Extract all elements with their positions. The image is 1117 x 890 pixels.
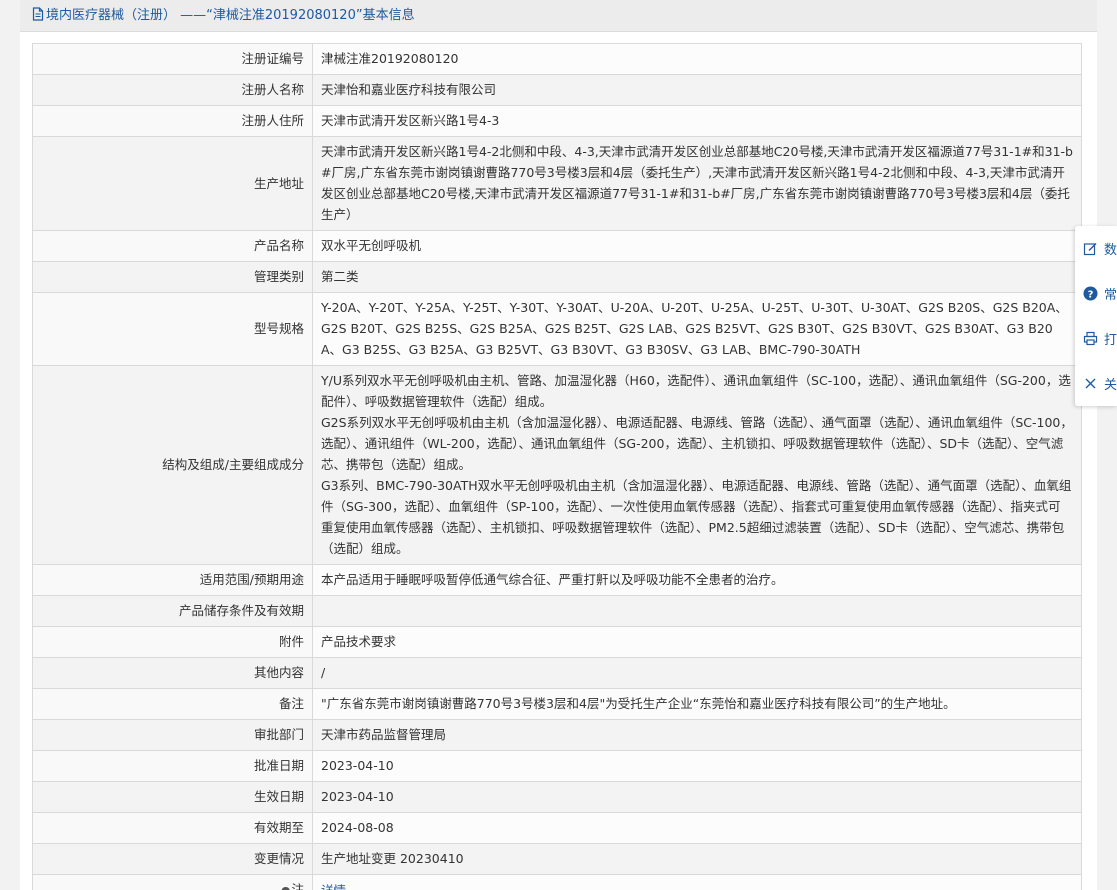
row-value: 本产品适用于睡眠呼吸暂停低通气综合征、严重打鼾以及呼吸功能不全患者的治疗。 [312,564,1082,596]
row-label: 附件 [32,626,313,658]
table-row: 产品储存条件及有效期 [32,595,1082,627]
row-label: 注册人住所 [32,105,313,137]
table-row: 其他内容 / [32,657,1082,689]
row-label: 生效日期 [32,781,313,813]
floating-toolbar: 数 ? 常 打 关 [1075,226,1117,406]
row-value: 天津市武清开发区新兴路1号4-3 [312,105,1082,137]
row-value: 天津怡和嘉业医疗科技有限公司 [312,74,1082,106]
table-row: 适用范围/预期用途 本产品适用于睡眠呼吸暂停低通气综合征、严重打鼾以及呼吸功能不… [32,564,1082,596]
row-label: 适用范围/预期用途 [32,564,313,596]
row-label: 管理类别 [32,261,313,293]
row-label: 变更情况 [32,843,313,875]
row-label: 注册人名称 [32,74,313,106]
table-row: 有效期至 2024-08-08 [32,812,1082,844]
table-row: 结构及组成/主要组成成分 Y/U系列双水平无创呼吸机由主机、管路、加温湿化器（H… [32,365,1082,565]
table-row: 批准日期 2023-04-10 [32,750,1082,782]
row-label: 批准日期 [32,750,313,782]
table-row: ●注 详情 [32,874,1082,890]
table-row: 生效日期 2023-04-10 [32,781,1082,813]
floatbar-label: 打 [1103,333,1117,348]
composition-paragraph: G3系列、BMC-790-30ATH双水平无创呼吸机由主机（含加温湿化器）、电源… [321,478,1072,556]
row-label: 产品储存条件及有效期 [32,595,313,627]
row-value: 第二类 [312,261,1082,293]
row-value: 2023-04-10 [312,750,1082,782]
row-value: 天津市药品监督管理局 [312,719,1082,751]
faq-button[interactable]: ? 常 [1075,271,1117,316]
floatbar-label: 常 [1103,288,1117,303]
detail-panel: 境内医疗器械（注册） ——“津械注准20192080120”基本信息 注册证编号… [20,0,1097,890]
note-label: ●注 [32,874,313,890]
row-value: 津械注准20192080120 [312,43,1082,75]
table-row: 注册人住所 天津市武清开发区新兴路1号4-3 [32,105,1082,137]
composition-paragraph: Y/U系列双水平无创呼吸机由主机、管路、加温湿化器（H60，选配件）、通讯血氧组… [321,373,1071,409]
row-value [312,595,1082,627]
table-row: 管理类别 第二类 [32,261,1082,293]
row-value: 2023-04-10 [312,781,1082,813]
edit-icon [1083,241,1099,257]
table-row: 变更情况 生产地址变更 20230410 [32,843,1082,875]
data-button[interactable]: 数 [1075,226,1117,271]
panel-header: 境内医疗器械（注册） ——“津械注准20192080120”基本信息 [20,0,1097,32]
table-row: 产品名称 双水平无创呼吸机 [32,230,1082,262]
table-row: 生产地址 天津市武清开发区新兴路1号4-2北侧和中段、4-3,天津市武清开发区创… [32,136,1082,231]
row-value: Y/U系列双水平无创呼吸机由主机、管路、加温湿化器（H60，选配件）、通讯血氧组… [312,365,1082,565]
table-row: 审批部门 天津市药品监督管理局 [32,719,1082,751]
floatbar-label: 关 [1103,378,1117,393]
help-circle-icon: ? [1083,286,1099,302]
row-value: 详情 [312,874,1082,890]
printer-icon [1083,331,1099,347]
row-label: 注 [291,882,304,890]
row-label: 型号规格 [32,292,313,366]
composition-paragraph: G2S系列双水平无创呼吸机由主机（含加温湿化器）、电源适配器、电源线、管路（选配… [321,415,1073,472]
table-row: 备注 "广东省东莞市谢岗镇谢曹路770号3号楼3层和4层"为受托生产企业“东莞怡… [32,688,1082,720]
close-icon [1083,376,1099,392]
table-row: 型号规格 Y-20A、Y-20T、Y-25A、Y-25T、Y-30T、Y-30A… [32,292,1082,366]
panel-title: 境内医疗器械（注册） ——“津械注准20192080120”基本信息 [46,8,415,23]
floatbar-label: 数 [1103,243,1117,258]
close-button[interactable]: 关 [1075,361,1117,406]
row-label: 注册证编号 [32,43,313,75]
details-link[interactable]: 详情 [321,883,346,890]
row-value: 天津市武清开发区新兴路1号4-2北侧和中段、4-3,天津市武清开发区创业总部基地… [312,136,1082,231]
row-value: 2024-08-08 [312,812,1082,844]
row-value: 生产地址变更 20230410 [312,843,1082,875]
info-table: 注册证编号 津械注准20192080120 注册人名称 天津怡和嘉业医疗科技有限… [32,43,1082,890]
row-label: 生产地址 [32,136,313,231]
document-icon [32,7,44,21]
row-label: 其他内容 [32,657,313,689]
row-label: 结构及组成/主要组成成分 [32,365,313,565]
row-label: 有效期至 [32,812,313,844]
row-value: / [312,657,1082,689]
table-row: 注册证编号 津械注准20192080120 [32,43,1082,75]
row-value: 产品技术要求 [312,626,1082,658]
row-label: 产品名称 [32,230,313,262]
table-row: 注册人名称 天津怡和嘉业医疗科技有限公司 [32,74,1082,106]
row-label: 备注 [32,688,313,720]
row-value: "广东省东莞市谢岗镇谢曹路770号3号楼3层和4层"为受托生产企业“东莞怡和嘉业… [312,688,1082,720]
table-row: 附件 产品技术要求 [32,626,1082,658]
row-value: Y-20A、Y-20T、Y-25A、Y-25T、Y-30T、Y-30AT、U-2… [312,292,1082,366]
svg-text:?: ? [1088,289,1094,300]
row-value: 双水平无创呼吸机 [312,230,1082,262]
row-label: 审批部门 [32,719,313,751]
print-button[interactable]: 打 [1075,316,1117,361]
pin-icon: ● [281,880,291,890]
